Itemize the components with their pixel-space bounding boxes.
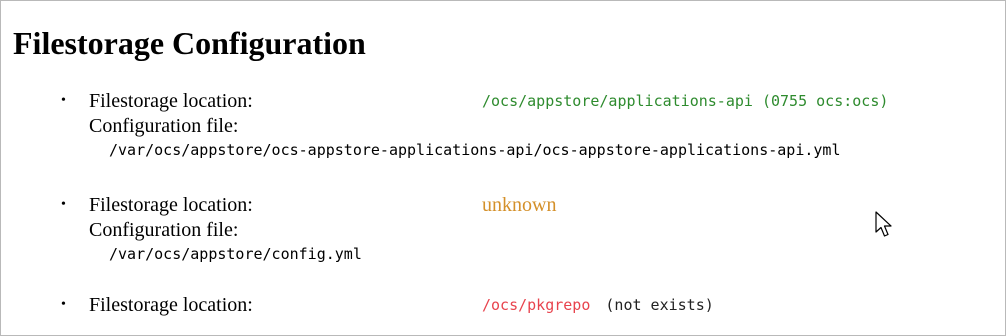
filestorage-location-note: (not exists) — [605, 296, 714, 314]
list-item: • Filestorage location: /ocs/appstore/ap… — [1, 89, 1005, 159]
configuration-file-label: Configuration file: — [89, 115, 239, 137]
bullet-icon: • — [61, 197, 66, 212]
page-title: Filestorage Configuration — [13, 25, 366, 61]
filestorage-location-value: /ocs/appstore/applications-api (0755 ocs… — [482, 92, 889, 110]
list-item: • Filestorage location: /ocs/pkgrepo (no… — [1, 293, 1005, 323]
configuration-file-path: /var/ocs/appstore/config.yml — [109, 245, 362, 263]
filestorage-location-value: /ocs/pkgrepo — [482, 296, 591, 314]
filestorage-location-value-group: /ocs/pkgrepo (not exists) — [482, 293, 714, 317]
filestorage-location-label: Filestorage location: — [89, 294, 253, 316]
mouse-pointer-icon — [875, 211, 892, 237]
list-item: • Filestorage location: unknown Configur… — [1, 193, 1005, 263]
bullet-icon: • — [61, 93, 66, 108]
filestorage-panel: Filestorage Configuration • Filestorage … — [0, 0, 1006, 336]
configuration-file-path: /var/ocs/appstore/ocs-appstore-applicati… — [109, 141, 841, 159]
configuration-file-label: Configuration file: — [89, 219, 239, 241]
filestorage-location-label: Filestorage location: — [89, 90, 253, 112]
bullet-icon: • — [61, 297, 66, 312]
filestorage-location-label: Filestorage location: — [89, 194, 253, 216]
filestorage-location-value: unknown — [482, 194, 557, 216]
